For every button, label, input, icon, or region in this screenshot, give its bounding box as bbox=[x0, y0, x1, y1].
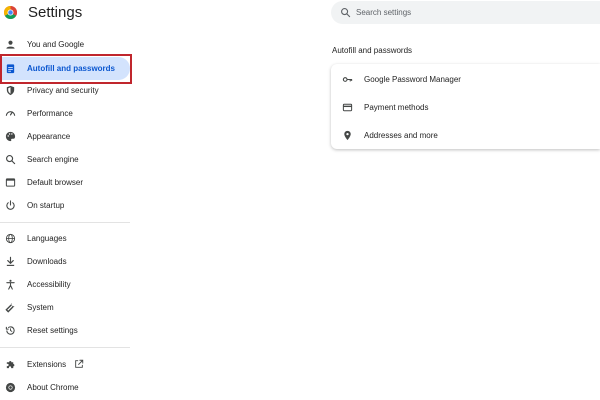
sidebar-item-privacy-and-security[interactable]: Privacy and security bbox=[0, 79, 130, 102]
open-in-new-icon[interactable] bbox=[74, 359, 84, 369]
palette-icon bbox=[5, 131, 16, 142]
sidebar-item-you-and-google[interactable]: You and Google bbox=[0, 33, 130, 56]
sidebar-item-appearance[interactable]: Appearance bbox=[0, 125, 130, 148]
sidebar-item-on-startup[interactable]: On startup bbox=[0, 194, 130, 217]
row-label: Google Password Manager bbox=[364, 75, 461, 84]
sidebar-item-label: You and Google bbox=[27, 40, 85, 49]
credit-card-icon bbox=[342, 102, 353, 113]
history-icon bbox=[5, 325, 16, 336]
section-title: Autofill and passwords bbox=[332, 46, 413, 55]
sidebar-item-label: Search engine bbox=[27, 155, 79, 164]
sidebar-item-label: Languages bbox=[27, 234, 67, 243]
browser-icon bbox=[5, 177, 16, 188]
globe-icon bbox=[5, 233, 16, 244]
row-label: Addresses and more bbox=[364, 131, 438, 140]
sidebar-item-extensions[interactable]: Extensions bbox=[0, 353, 130, 376]
accessibility-icon bbox=[5, 279, 16, 290]
wrench-icon bbox=[5, 302, 16, 313]
sidebar-item-languages[interactable]: Languages bbox=[0, 227, 130, 250]
person-icon bbox=[5, 39, 16, 50]
speedometer-icon bbox=[5, 108, 16, 119]
sidebar-item-system[interactable]: System bbox=[0, 296, 130, 319]
sidebar-item-search-engine[interactable]: Search engine bbox=[0, 148, 130, 171]
sidebar-item-reset-settings[interactable]: Reset settings bbox=[0, 319, 130, 342]
sidebar-item-label: Default browser bbox=[27, 178, 84, 187]
search-input[interactable] bbox=[356, 1, 596, 24]
sidebar-item-label: System bbox=[27, 303, 54, 312]
sidebar-item-label: Reset settings bbox=[27, 326, 78, 335]
download-icon bbox=[5, 256, 16, 267]
row-google-password-manager[interactable]: Google Password Manager bbox=[331, 65, 600, 93]
search-icon bbox=[5, 154, 16, 165]
sidebar-item-label: Extensions bbox=[27, 360, 67, 369]
divider bbox=[0, 222, 130, 223]
sidebar-item-downloads[interactable]: Downloads bbox=[0, 250, 130, 273]
autofill-card: Google Password Manager Payment methods … bbox=[331, 64, 600, 149]
sidebar-item-label: Privacy and security bbox=[27, 86, 99, 95]
search-bar[interactable] bbox=[331, 1, 600, 24]
power-icon bbox=[5, 200, 16, 211]
sidebar-item-label: On startup bbox=[27, 201, 65, 210]
sidebar-item-label: Performance bbox=[27, 109, 73, 118]
sidebar-item-performance[interactable]: Performance bbox=[0, 102, 130, 125]
divider bbox=[0, 347, 130, 348]
location-pin-icon bbox=[342, 130, 353, 141]
row-label: Payment methods bbox=[364, 103, 429, 112]
sidebar-item-label: About Chrome bbox=[27, 383, 79, 392]
sidebar: You and Google Autofill and passwords Pr… bbox=[0, 0, 140, 400]
row-payment-methods[interactable]: Payment methods bbox=[331, 93, 600, 121]
sidebar-item-about-chrome[interactable]: About Chrome bbox=[0, 376, 130, 399]
shield-icon bbox=[5, 85, 16, 96]
row-addresses-and-more[interactable]: Addresses and more bbox=[331, 121, 600, 149]
sidebar-item-default-browser[interactable]: Default browser bbox=[0, 171, 130, 194]
key-icon bbox=[342, 74, 353, 85]
sidebar-item-label: Downloads bbox=[27, 257, 67, 266]
chrome-logo-icon bbox=[5, 382, 16, 393]
puzzle-icon bbox=[5, 359, 16, 370]
sidebar-item-label: Appearance bbox=[27, 132, 71, 141]
sidebar-item-label: Accessibility bbox=[27, 280, 71, 289]
search-icon bbox=[340, 7, 351, 18]
sidebar-item-accessibility[interactable]: Accessibility bbox=[0, 273, 130, 296]
